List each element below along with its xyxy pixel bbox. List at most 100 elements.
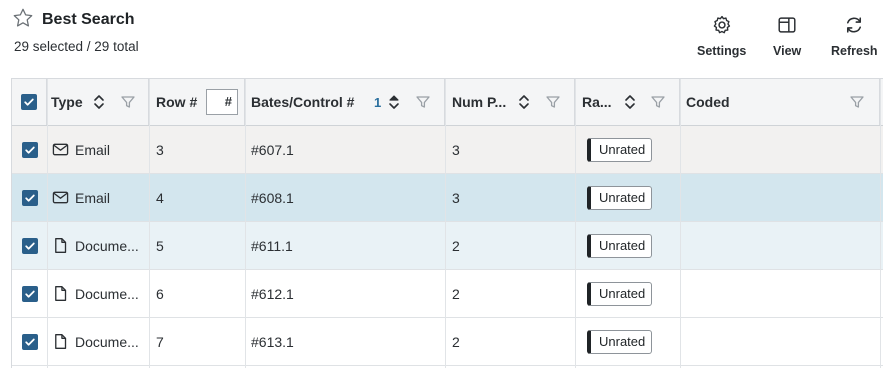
- sort-icon[interactable]: [518, 93, 530, 111]
- column-header-bates[interactable]: Bates/Control # 1: [245, 79, 445, 125]
- column-header-num-pages[interactable]: Num P...: [445, 79, 575, 125]
- filter-icon[interactable]: [545, 94, 561, 110]
- rating-badge[interactable]: Unrated: [587, 186, 653, 210]
- num-pages-cell: 2: [452, 333, 460, 350]
- coded-cell: [686, 318, 876, 365]
- settings-label: Settings: [697, 44, 747, 58]
- coded-cell: [686, 270, 876, 317]
- settings-button[interactable]: Settings: [697, 14, 746, 58]
- type-value: Email: [75, 141, 111, 158]
- column-label-bates: Bates/Control #: [251, 94, 355, 110]
- column-divider: [149, 79, 150, 368]
- refresh-button[interactable]: Refresh: [831, 14, 878, 58]
- coded-cell: [686, 222, 876, 269]
- column-divider: [245, 79, 246, 368]
- rating-badge[interactable]: Unrated: [587, 234, 653, 258]
- row-number-cell: 4: [156, 189, 164, 206]
- num-pages-cell: 2: [452, 285, 460, 302]
- filter-icon[interactable]: [415, 94, 431, 110]
- checkmark-icon: [24, 290, 35, 298]
- row-select-cell: [12, 318, 47, 365]
- table-row[interactable]: Docume... 7 #613.1 2 Unrated: [12, 318, 883, 366]
- sort-ascending-icon[interactable]: [388, 93, 400, 111]
- table-row[interactable]: Docume... 6 #612.1 2 Unrated: [12, 270, 883, 318]
- row-number-cell: 3: [156, 141, 164, 158]
- filter-icon[interactable]: [849, 94, 865, 110]
- grid-header: Type Row # # Bates/Control # 1 Num P... …: [12, 79, 883, 126]
- column-header-coded[interactable]: Coded: [680, 79, 880, 125]
- row-select-cell: [12, 270, 47, 317]
- row-number-filter-input[interactable]: #: [206, 89, 238, 115]
- column-header-row-number[interactable]: Row # #: [149, 79, 245, 125]
- type-value: Email: [75, 189, 111, 206]
- checkmark-icon: [24, 242, 35, 250]
- num-pages-cell: 2: [452, 237, 460, 254]
- table-row[interactable]: Email 4 #608.1 3 Unrated: [12, 174, 883, 222]
- row-number-cell: 6: [156, 285, 164, 302]
- type-cell: Docume...: [52, 270, 148, 317]
- selection-summary: 29 selected / 29 total: [14, 39, 139, 54]
- row-number-cell: 5: [156, 237, 164, 254]
- column-divider: [680, 79, 681, 368]
- type-cell: Docume...: [52, 222, 148, 269]
- column-divider: [47, 79, 48, 368]
- view-button[interactable]: View: [773, 14, 801, 58]
- filter-icon[interactable]: [120, 94, 136, 110]
- checkmark-icon: [24, 146, 35, 154]
- row-checkbox[interactable]: [21, 189, 38, 206]
- row-checkbox[interactable]: [21, 285, 38, 302]
- rating-badge[interactable]: Unrated: [587, 282, 653, 306]
- type-value: Docume...: [75, 237, 139, 254]
- sort-icon[interactable]: [93, 93, 105, 111]
- column-label-row-number: Row #: [156, 94, 198, 110]
- row-select-cell: [12, 222, 47, 269]
- column-divider: [880, 79, 881, 368]
- refresh-icon: [847, 17, 862, 33]
- type-cell: Email: [52, 174, 148, 221]
- bates-cell: #608.1: [251, 189, 294, 206]
- select-all-checkbox[interactable]: [21, 94, 37, 110]
- bates-cell: #613.1: [251, 333, 294, 350]
- table-row[interactable]: Docume... 5 #611.1 2 Unrated: [12, 222, 883, 270]
- favorite-star-icon[interactable]: [12, 7, 34, 29]
- num-pages-cell: 3: [452, 141, 460, 158]
- view-label: View: [773, 44, 802, 58]
- column-label-rating: Ra...: [582, 94, 612, 110]
- row-select-cell: [12, 174, 47, 221]
- bates-cell: #612.1: [251, 285, 294, 302]
- column-label-num-pages: Num P...: [452, 94, 507, 110]
- document-icon: [55, 334, 67, 349]
- checkmark-icon: [24, 338, 35, 346]
- row-checkbox[interactable]: [21, 237, 38, 254]
- mail-icon: [52, 191, 69, 204]
- type-cell: Email: [52, 126, 148, 173]
- row-select-cell: [12, 126, 47, 173]
- filter-icon[interactable]: [650, 94, 666, 110]
- type-value: Docume...: [75, 333, 139, 350]
- row-number-cell: 7: [156, 333, 164, 350]
- num-pages-cell: 3: [452, 189, 460, 206]
- coded-cell: [686, 174, 876, 221]
- sort-icon[interactable]: [624, 93, 636, 111]
- row-checkbox[interactable]: [21, 333, 38, 350]
- refresh-label: Refresh: [831, 44, 878, 58]
- type-value: Docume...: [75, 285, 139, 302]
- coded-cell: [686, 126, 876, 173]
- column-divider: [445, 79, 446, 368]
- document-icon: [55, 238, 67, 253]
- page-title: Best Search: [42, 11, 135, 28]
- results-grid: Type Row # # Bates/Control # 1 Num P... …: [11, 78, 883, 368]
- rating-badge[interactable]: Unrated: [587, 330, 653, 354]
- gear-icon: [713, 15, 730, 34]
- column-label-coded: Coded: [686, 94, 730, 110]
- select-all-cell: [12, 79, 47, 125]
- checkmark-icon: [24, 98, 34, 106]
- rating-badge[interactable]: Unrated: [587, 138, 653, 162]
- column-header-type[interactable]: Type: [47, 79, 149, 125]
- row-checkbox[interactable]: [21, 141, 38, 158]
- column-header-rating[interactable]: Ra...: [575, 79, 680, 125]
- table-row[interactable]: Email 3 #607.1 3 Unrated: [12, 126, 883, 174]
- column-divider: [575, 79, 576, 368]
- sort-rank-badge: 1: [374, 94, 382, 110]
- bates-cell: #607.1: [251, 141, 294, 158]
